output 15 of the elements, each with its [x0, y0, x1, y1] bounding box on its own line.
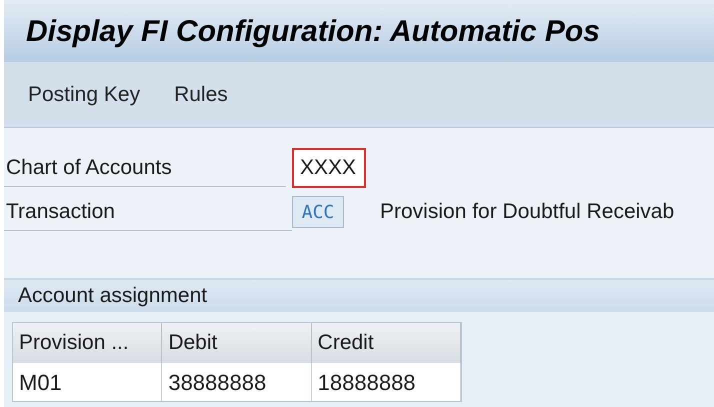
table-cell: M01 — [13, 363, 162, 401]
table-cell: 18888888 — [312, 363, 461, 401]
column-header[interactable]: Credit — [312, 323, 461, 363]
field-description: Provision for Doubtful Receivab — [380, 199, 674, 226]
window-title: Display FI Configuration: Automatic Pos — [26, 14, 600, 50]
input-field[interactable]: ACC — [292, 196, 344, 228]
section-title: Account assignment — [18, 283, 208, 310]
menu-item[interactable]: Posting Key — [28, 78, 140, 110]
table-cell: 38888888 — [162, 363, 312, 401]
input-field[interactable]: XXXX — [292, 148, 366, 188]
menu-item[interactable]: Rules — [174, 78, 228, 110]
column-header[interactable]: Debit — [162, 323, 312, 363]
field-label: Transaction — [4, 194, 292, 230]
column-header[interactable]: Provision ... — [13, 323, 162, 363]
field-label: Chart of Accounts — [4, 150, 286, 186]
